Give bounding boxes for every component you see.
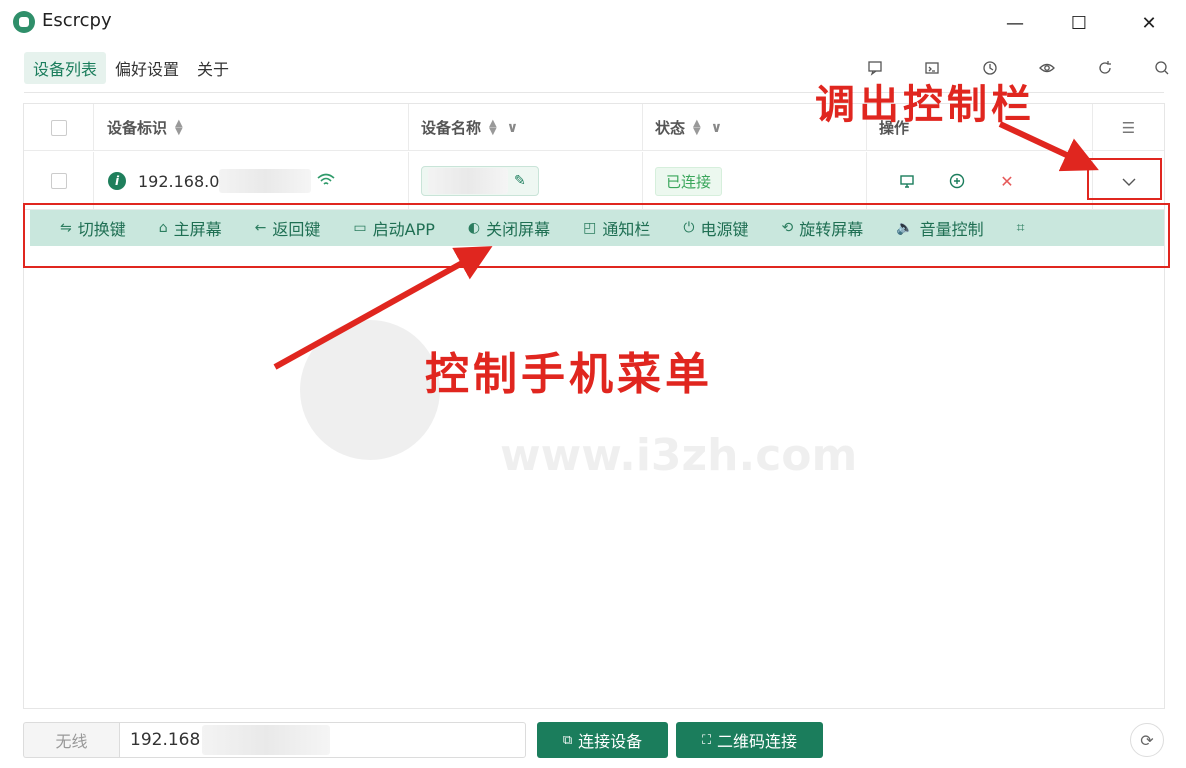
wifi-icon bbox=[317, 172, 335, 191]
actions-cell: ✕ bbox=[867, 152, 1093, 210]
chevron-down-icon[interactable]: ∨ bbox=[507, 120, 518, 136]
app-logo-icon bbox=[13, 11, 35, 33]
add-circle-icon[interactable] bbox=[932, 173, 982, 189]
tab-device-list[interactable]: 设备列表 bbox=[24, 52, 107, 84]
annotation-menu-label: 控制手机菜单 bbox=[425, 349, 713, 400]
title-bar: Escrcpy — ☐ ✕ bbox=[0, 0, 1186, 46]
minimize-button[interactable]: — bbox=[992, 6, 1038, 40]
expand-highlight-box bbox=[1087, 158, 1162, 200]
link-icon: ⧉ bbox=[562, 732, 573, 748]
tab-about[interactable]: 关于 bbox=[188, 52, 238, 84]
app-title: Escrcpy bbox=[42, 10, 112, 31]
monitor-icon[interactable] bbox=[882, 173, 932, 189]
info-icon[interactable]: i bbox=[108, 172, 126, 190]
scan-icon: ⛶ bbox=[701, 732, 712, 748]
search-icon[interactable] bbox=[1134, 56, 1186, 80]
device-id-cell: i 192.168.0 bbox=[94, 152, 409, 210]
device-id: 192.168.0 bbox=[138, 171, 220, 191]
device-name-field[interactable]: ✎ bbox=[421, 166, 539, 196]
column-device-name-label: 设备名称 bbox=[421, 119, 482, 137]
watermark-text: www.i3zh.com bbox=[500, 430, 857, 480]
qrcode-connect-label: 二维码连接 bbox=[717, 732, 798, 751]
column-settings-icon[interactable]: ☰ bbox=[1122, 119, 1135, 137]
maximize-button[interactable]: ☐ bbox=[1056, 6, 1102, 40]
column-device-id[interactable]: 设备标识 ▲ ▼ bbox=[94, 104, 409, 151]
connection-mode-select[interactable]: 无线 bbox=[23, 722, 119, 758]
address-input[interactable]: 192.168 bbox=[119, 722, 526, 758]
column-status-label: 状态 bbox=[655, 119, 686, 137]
column-device-id-label: 设备标识 bbox=[107, 119, 168, 137]
tab-preferences[interactable]: 偏好设置 bbox=[106, 52, 188, 84]
close-window-button[interactable]: ✕ bbox=[1126, 6, 1172, 40]
edit-icon[interactable]: ✎ bbox=[514, 173, 526, 189]
sort-icon[interactable]: ▲ ▼ bbox=[489, 118, 497, 136]
refresh-icon[interactable]: ⟳ bbox=[1130, 723, 1164, 757]
chevron-down-icon[interactable]: ∨ bbox=[711, 120, 722, 136]
bottom-bar: 无线 192.168 ⧉ 连接设备 ⛶ 二维码连接 ⟳ bbox=[0, 716, 1186, 768]
status-badge: 已连接 bbox=[655, 166, 723, 196]
column-settings-cell: ☰ bbox=[1093, 104, 1164, 151]
column-device-name[interactable]: 设备名称 ▲ ▼ ∨ bbox=[409, 104, 643, 151]
connect-device-label: 连接设备 bbox=[578, 732, 643, 751]
select-all-cell bbox=[24, 104, 94, 151]
row-select-cell bbox=[24, 152, 94, 210]
annotation-expand-label: 调出控制栏 bbox=[815, 81, 1035, 128]
sort-icon[interactable]: ▲ ▼ bbox=[693, 118, 701, 136]
main-nav: 设备列表 偏好设置 关于 bbox=[24, 52, 238, 84]
qrcode-connect-button[interactable]: ⛶ 二维码连接 bbox=[676, 722, 823, 758]
address-value: 192.168 bbox=[130, 730, 201, 750]
control-bar-highlight-box bbox=[23, 203, 1170, 268]
refresh-icon[interactable] bbox=[1076, 56, 1134, 80]
status-cell: 已连接 bbox=[643, 152, 867, 210]
redacted-text bbox=[428, 168, 508, 194]
redacted-text bbox=[202, 725, 331, 755]
select-all-checkbox[interactable] bbox=[50, 119, 67, 136]
connect-device-button[interactable]: ⧉ 连接设备 bbox=[537, 722, 668, 758]
redacted-text bbox=[219, 169, 312, 193]
sort-icon[interactable]: ▲ ▼ bbox=[175, 118, 183, 136]
row-checkbox[interactable] bbox=[50, 173, 67, 189]
disconnect-icon[interactable]: ✕ bbox=[982, 172, 1032, 191]
table-row: i 192.168.0 ✎ 已连接 ✕ bbox=[24, 152, 1164, 210]
device-name-cell: ✎ bbox=[409, 152, 643, 210]
